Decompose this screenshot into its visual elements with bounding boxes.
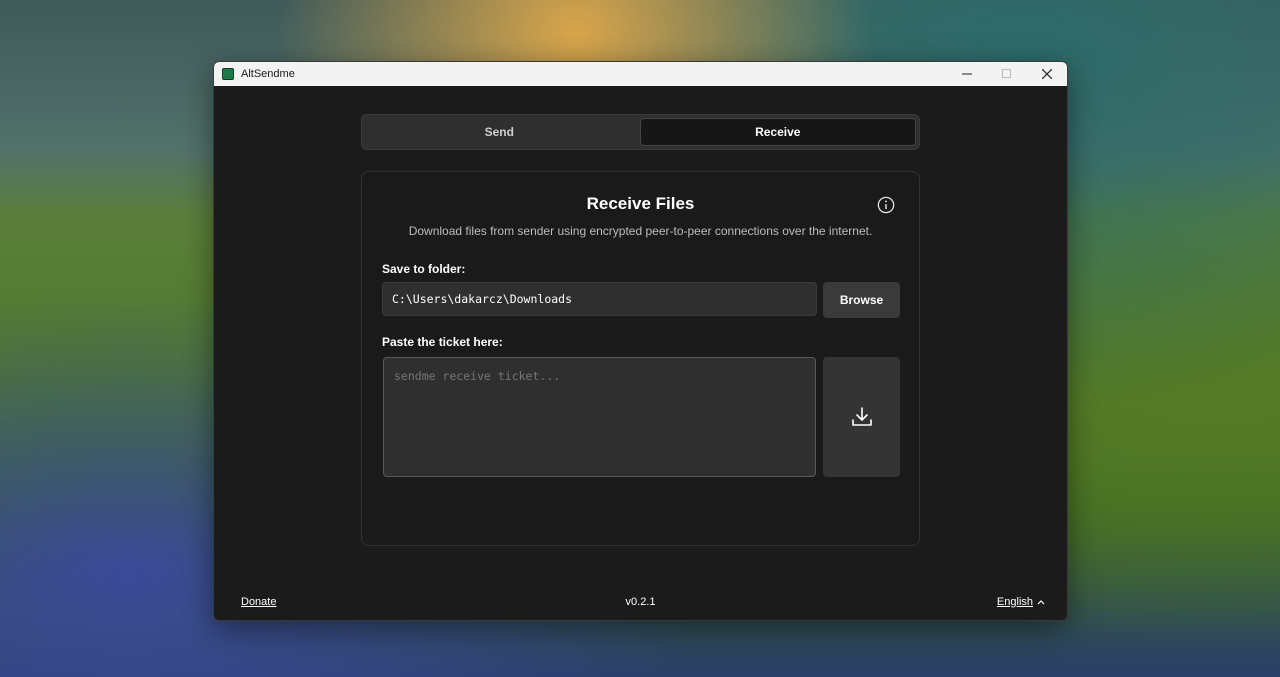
folder-path-field[interactable]: C:\Users\dakarcz\Downloads [382,282,817,316]
tab-receive[interactable]: Receive [639,118,916,146]
language-selector[interactable]: English [997,596,1045,608]
app-logo-icon [222,68,234,80]
receive-card: Receive Files Download files from sender… [361,171,920,546]
minimize-button[interactable] [947,62,987,86]
app-content: Send Receive Receive Files Download file… [214,86,1067,620]
version-label: v0.2.1 [625,596,656,608]
close-button[interactable] [1027,62,1067,86]
ticket-input[interactable] [383,357,816,477]
minimize-icon [962,73,972,75]
folder-label: Save to folder: [382,262,466,276]
maximize-button[interactable] [987,62,1027,86]
maximize-icon [1002,69,1011,78]
footer: Donate v0.2.1 English [214,596,1067,616]
title-bar[interactable]: AltSendme [214,62,1067,86]
window-controls [947,62,1067,86]
tab-send[interactable]: Send [362,115,637,149]
download-button[interactable] [823,357,900,477]
info-icon[interactable] [877,196,895,214]
app-window: AltSendme Send Receive Receive Files Dow… [213,61,1068,621]
window-title: AltSendme [241,68,295,80]
page-subtitle: Download files from sender using encrypt… [408,224,873,238]
close-icon [1042,69,1052,79]
browse-button[interactable]: Browse [823,282,900,318]
download-icon [851,407,872,426]
ticket-label: Paste the ticket here: [382,335,503,349]
mode-tabs: Send Receive [361,114,920,150]
page-title: Receive Files [586,194,695,213]
language-label: English [996,596,1033,608]
chevron-up-icon [1037,600,1045,605]
